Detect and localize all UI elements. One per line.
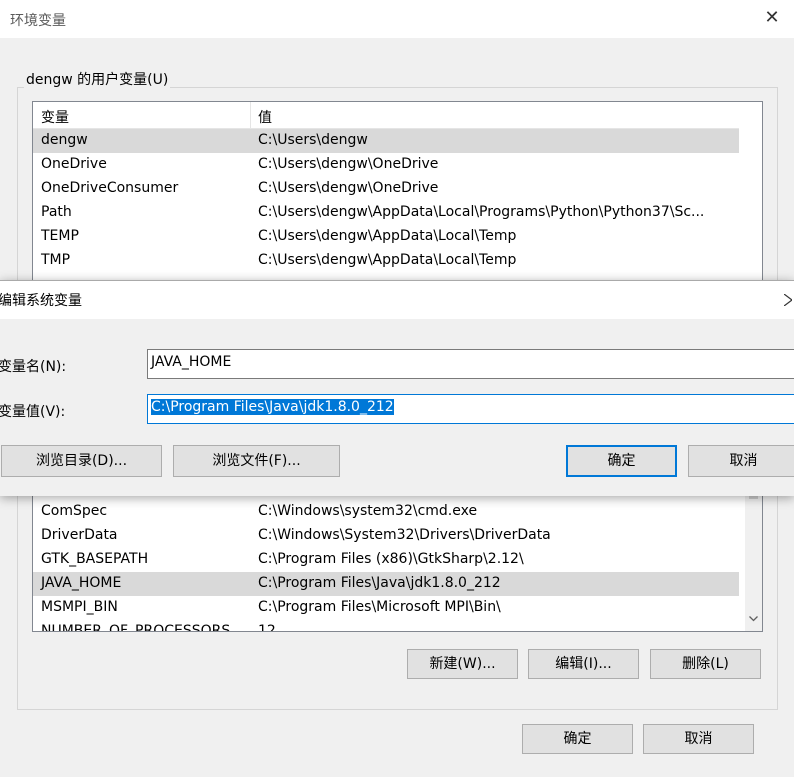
table-row[interactable]: GTK_BASEPATH C:\Program Files (x86)\GtkS… — [33, 548, 739, 572]
list-header: 变量 值 — [33, 102, 739, 129]
system-variables-list[interactable]: ComSpec C:\Windows\system32\cmd.exe Driv… — [32, 482, 763, 632]
title-bar: 环境变量 ✕ — [0, 0, 794, 39]
column-header-value[interactable]: 值 — [258, 107, 272, 127]
browse-file-button[interactable]: 浏览文件(F)... — [173, 445, 340, 477]
var-name: MSMPI_BIN — [41, 599, 118, 615]
var-name: Path — [41, 204, 72, 220]
user-variables-title: dengw 的用户变量(U) — [24, 69, 171, 89]
table-row[interactable]: OneDrive C:\Users\dengw\OneDrive — [33, 153, 739, 177]
table-row[interactable]: OneDriveConsumer C:\Users\dengw\OneDrive — [33, 177, 739, 201]
vertical-scrollbar[interactable] — [745, 483, 762, 631]
table-row[interactable]: TEMP C:\Users\dengw\AppData\Local\Temp — [33, 225, 739, 249]
user-variables-list[interactable]: 变量 值 dengw C:\Users\dengw OneDrive C:\Us… — [32, 101, 763, 303]
close-icon[interactable] — [784, 294, 792, 306]
var-name: ComSpec — [41, 503, 108, 519]
var-name: DriverData — [41, 527, 118, 543]
table-row[interactable]: JAVA_HOME C:\Program Files\Java\jdk1.8.0… — [33, 572, 739, 596]
browse-directory-button[interactable]: 浏览目录(D)... — [1, 445, 162, 477]
title-bar: 编辑系统变量 — [0, 281, 794, 319]
env-cancel-button[interactable]: 取消 — [643, 724, 754, 754]
edit-variable-button[interactable]: 编辑(I)... — [528, 649, 639, 679]
var-value: C:\Program Files\Microsoft MPI\Bin\ — [258, 599, 501, 615]
table-row[interactable]: TMP C:\Users\dengw\AppData\Local\Temp — [33, 249, 739, 273]
env-ok-button[interactable]: 确定 — [522, 724, 633, 754]
var-value: C:\Users\dengw\AppData\Local\Programs\Py… — [258, 204, 705, 220]
var-value: C:\Program Files\Java\jdk1.8.0_212 — [258, 575, 501, 591]
table-row[interactable]: MSMPI_BIN C:\Program Files\Microsoft MPI… — [33, 596, 739, 620]
var-name: JAVA_HOME — [41, 575, 122, 591]
var-value: C:\Users\dengw\OneDrive — [258, 180, 439, 196]
table-row[interactable]: Path C:\Users\dengw\AppData\Local\Progra… — [33, 201, 739, 225]
variable-value-input[interactable]: C:\Program Files\Java\jdk1.8.0_212 — [147, 394, 794, 424]
var-name: NUMBER_OF_PROCESSORS — [41, 623, 231, 632]
variable-name-input[interactable]: JAVA_HOME — [147, 349, 794, 379]
var-value: C:\Users\dengw — [258, 132, 368, 148]
table-row[interactable]: ComSpec C:\Windows\system32\cmd.exe — [33, 500, 739, 524]
var-name: OneDrive — [41, 156, 107, 172]
var-name: GTK_BASEPATH — [41, 551, 149, 567]
chevron-down-icon[interactable] — [749, 616, 758, 622]
selected-value-text: C:\Program Files\Java\jdk1.8.0_212 — [151, 399, 394, 415]
dialog-title: 编辑系统变量 — [0, 293, 82, 309]
window-title: 环境变量 — [10, 13, 66, 29]
table-row[interactable]: DriverData C:\Windows\System32\Drivers\D… — [33, 524, 739, 548]
var-name: OneDriveConsumer — [41, 180, 179, 196]
var-name: TMP — [41, 252, 71, 268]
variable-name-label: 变量名(N): — [0, 359, 67, 375]
table-row[interactable]: NUMBER_OF_PROCESSORS 12 — [33, 620, 739, 632]
edit-ok-button[interactable]: 确定 — [566, 445, 677, 477]
variable-value-label: 变量值(V): — [0, 404, 66, 420]
column-divider[interactable] — [250, 102, 251, 128]
var-name: TEMP — [41, 228, 79, 244]
column-header-name[interactable]: 变量 — [41, 107, 69, 127]
var-value: C:\Users\dengw\AppData\Local\Temp — [258, 228, 517, 244]
var-value: C:\Program Files (x86)\GtkSharp\2.12\ — [258, 551, 524, 567]
edit-cancel-button[interactable]: 取消 — [688, 445, 794, 477]
var-value: C:\Windows\System32\Drivers\DriverData — [258, 527, 551, 543]
var-value: 12 — [258, 623, 276, 632]
edit-system-variable-dialog: 编辑系统变量 变量名(N): JAVA_HOME 变量值(V): C:\Prog… — [0, 280, 794, 496]
new-variable-button[interactable]: 新建(W)... — [407, 649, 518, 679]
table-row[interactable]: dengw C:\Users\dengw — [33, 129, 739, 153]
var-value: C:\Windows\system32\cmd.exe — [258, 503, 478, 519]
var-value: C:\Users\dengw\AppData\Local\Temp — [258, 252, 517, 268]
delete-variable-button[interactable]: 删除(L) — [650, 649, 761, 679]
var-value: C:\Users\dengw\OneDrive — [258, 156, 439, 172]
close-icon[interactable]: ✕ — [764, 8, 780, 28]
var-name: dengw — [41, 132, 88, 148]
